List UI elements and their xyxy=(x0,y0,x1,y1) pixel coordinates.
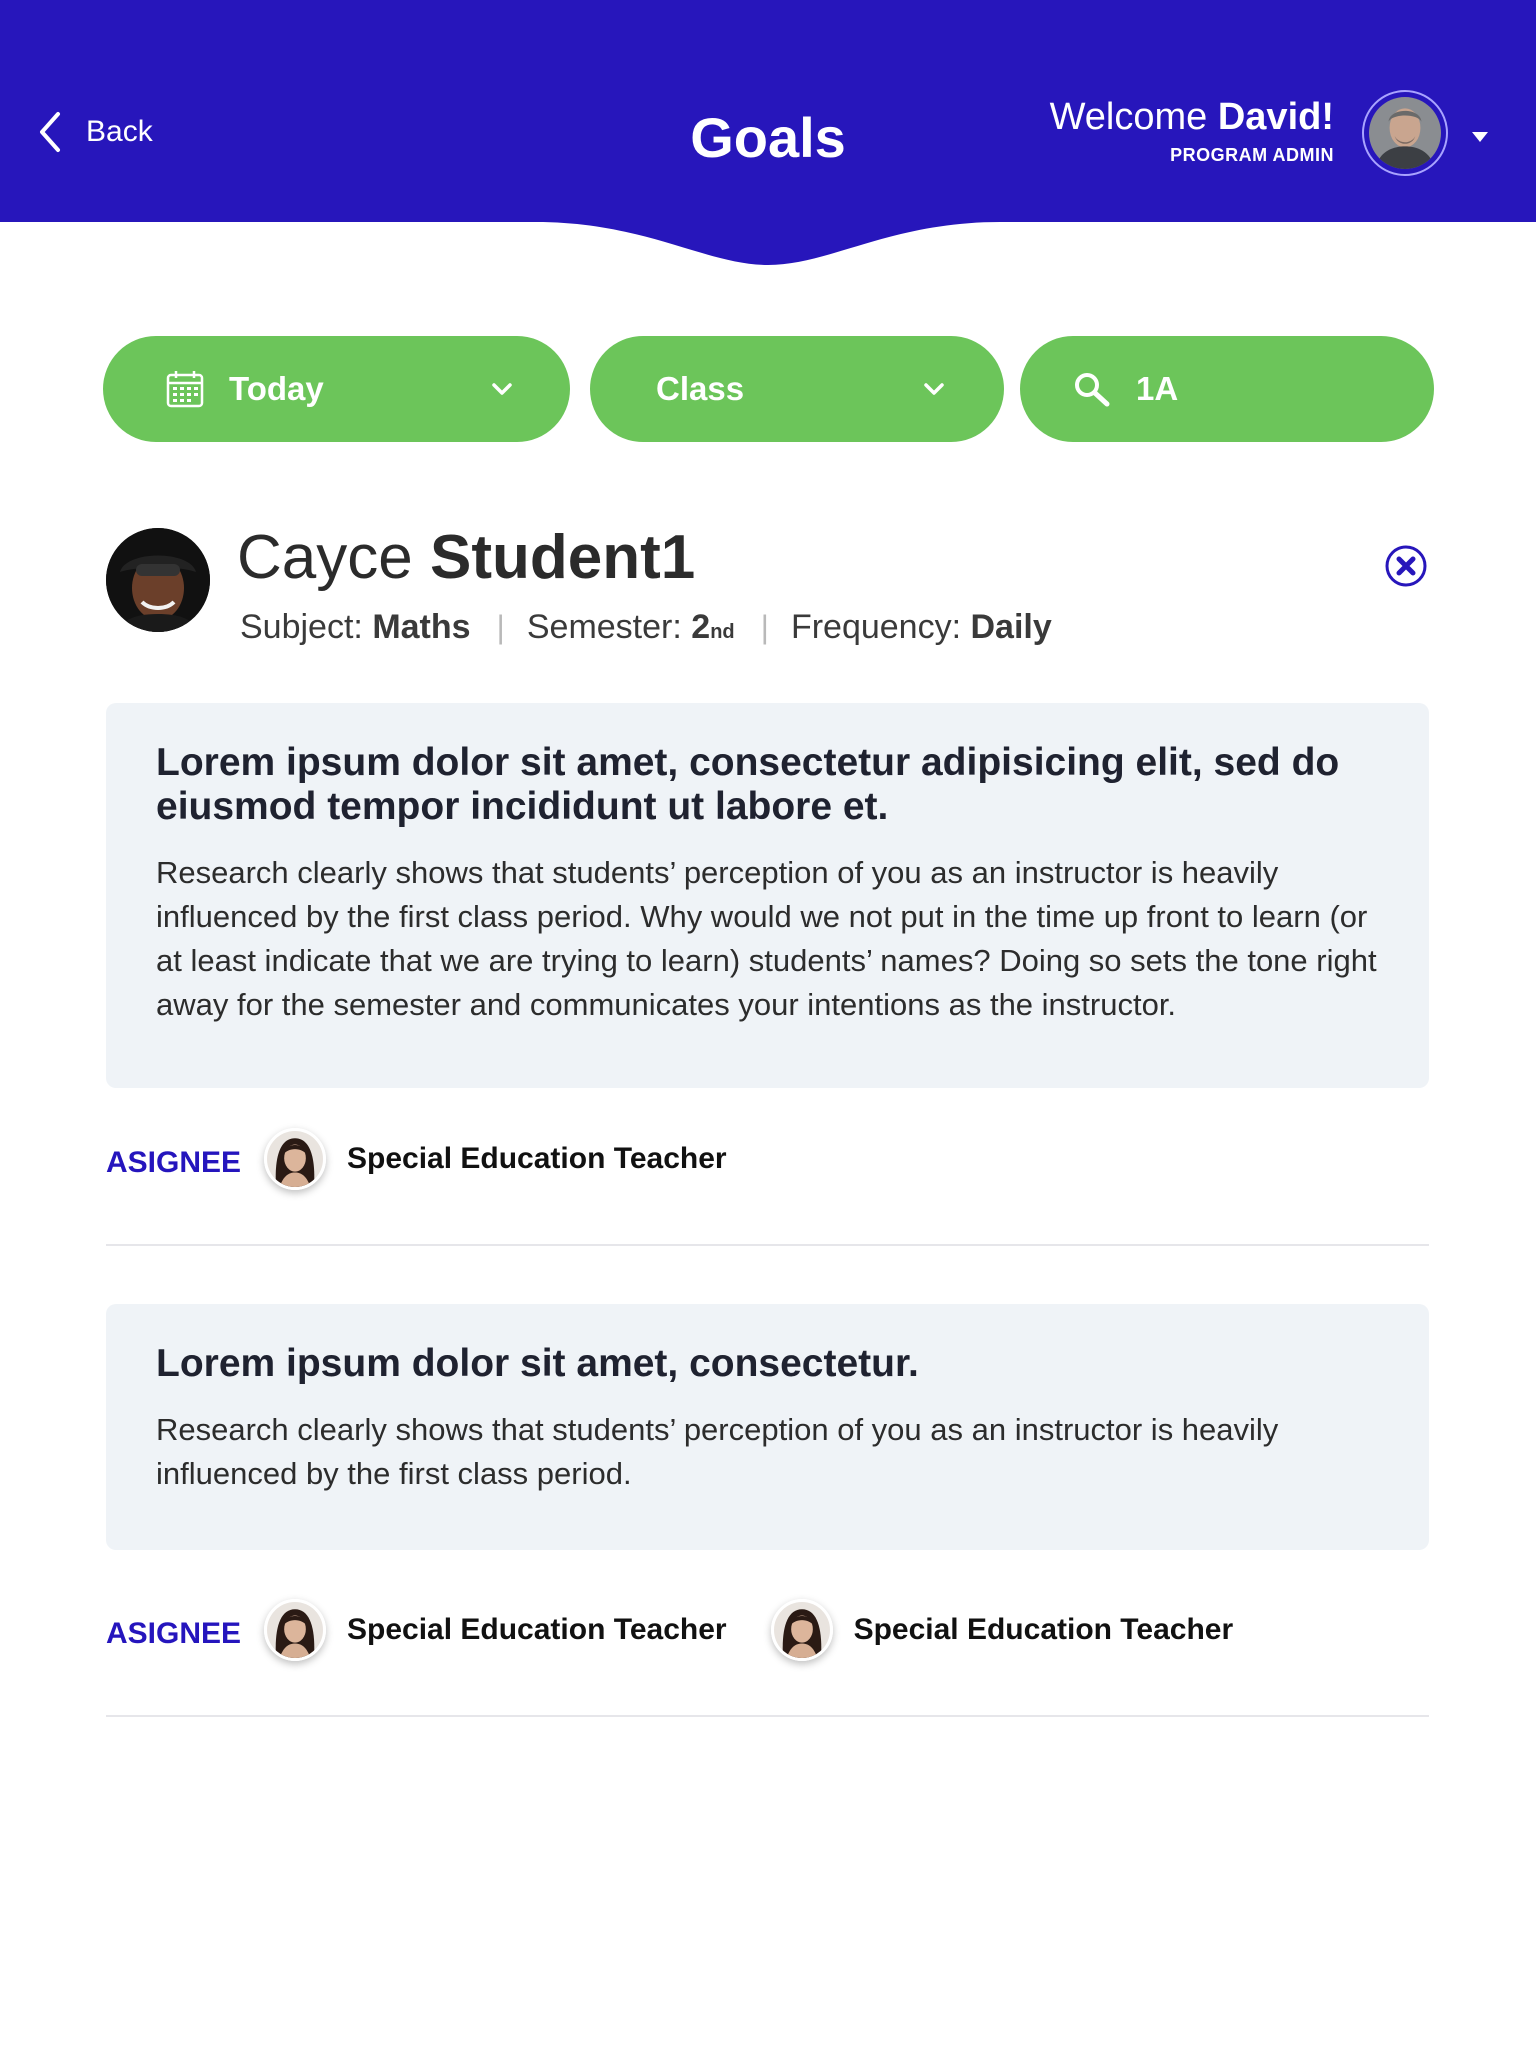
date-filter-dropdown[interactable]: Today xyxy=(103,336,570,442)
subject-value: Maths xyxy=(372,608,471,646)
assignee-chip[interactable]: Special Education Teacher xyxy=(264,1599,727,1661)
assignee-name: Special Education Teacher xyxy=(347,1142,727,1175)
student-avatar xyxy=(106,528,210,632)
assignee-chip[interactable]: Special Education Teacher xyxy=(770,1599,1234,1661)
divider xyxy=(106,1244,1429,1246)
assignee-chip[interactable]: Special Education Teacher xyxy=(264,1128,727,1190)
assignee-avatar xyxy=(264,1599,326,1661)
assignee-label: ASIGNEE xyxy=(106,1617,242,1650)
assignee-row: ASIGNEE Special Education Teacher Specia… xyxy=(106,1595,1277,1665)
separator: | xyxy=(496,609,505,645)
date-filter-label: Today xyxy=(229,370,324,407)
class-filter-dropdown[interactable]: Class xyxy=(590,336,1004,442)
woman-portrait-icon xyxy=(773,1602,830,1658)
welcome-block: Welcome David! PROGRAM ADMIN xyxy=(1050,96,1334,166)
student-last-name: Student1 xyxy=(429,523,696,592)
semester-value: 2 xyxy=(691,608,711,646)
frequency-label: Frequency: xyxy=(790,608,962,646)
welcome-prefix: Welcome xyxy=(1049,96,1208,138)
goal-card[interactable]: Lorem ipsum dolor sit amet, consectetur.… xyxy=(106,1304,1429,1550)
chevron-down-icon xyxy=(492,383,512,395)
close-icon[interactable] xyxy=(1384,544,1428,588)
assignee-name: Special Education Teacher xyxy=(347,1613,727,1646)
chevron-down-icon xyxy=(924,383,944,395)
student-meta: Subject: Maths | Semester: 2nd | Frequen… xyxy=(240,608,1052,647)
assignee-label: ASIGNEE xyxy=(106,1146,242,1179)
goal-description: Research clearly shows that students’ pe… xyxy=(156,855,1377,1022)
separator: | xyxy=(760,609,769,645)
search-icon xyxy=(1075,373,1110,407)
student-name: Cayce Student1 xyxy=(237,522,695,593)
assignee-row: ASIGNEE Special Education Teacher xyxy=(106,1124,771,1194)
semester-label: Semester: xyxy=(526,608,682,646)
goal-description: Research clearly shows that students’ pe… xyxy=(156,1412,1279,1491)
assignee-avatar xyxy=(264,1128,326,1190)
caret-down-icon[interactable] xyxy=(1470,130,1490,144)
assignee-avatar xyxy=(770,1599,833,1661)
assignee-name: Special Education Teacher xyxy=(853,1613,1234,1646)
semester-suffix: nd xyxy=(710,621,735,643)
subject-label: Subject: xyxy=(240,608,363,646)
search-field[interactable]: 1A xyxy=(1020,336,1434,442)
student-first-name: Cayce xyxy=(237,523,413,592)
frequency-value: Daily xyxy=(970,608,1052,646)
user-role: PROGRAM ADMIN xyxy=(1170,145,1334,165)
goal-title: Lorem ipsum dolor sit amet, consectetur … xyxy=(156,741,1340,828)
user-name: David! xyxy=(1217,96,1334,138)
goal-title: Lorem ipsum dolor sit amet, consectetur. xyxy=(156,1342,919,1385)
search-input[interactable]: 1A xyxy=(1136,370,1178,408)
class-filter-label: Class xyxy=(656,370,745,407)
calendar-icon xyxy=(166,371,204,408)
app-header: Back Goals Welcome David! PROGRAM ADMIN xyxy=(0,0,1536,270)
woman-portrait-icon xyxy=(267,1602,323,1658)
man-portrait-icon xyxy=(1369,97,1441,169)
goal-card[interactable]: Lorem ipsum dolor sit amet, consectetur … xyxy=(106,703,1429,1088)
divider xyxy=(106,1715,1429,1717)
woman-portrait-icon xyxy=(267,1131,323,1187)
user-avatar[interactable] xyxy=(1362,90,1448,176)
student-portrait-icon xyxy=(106,528,210,632)
